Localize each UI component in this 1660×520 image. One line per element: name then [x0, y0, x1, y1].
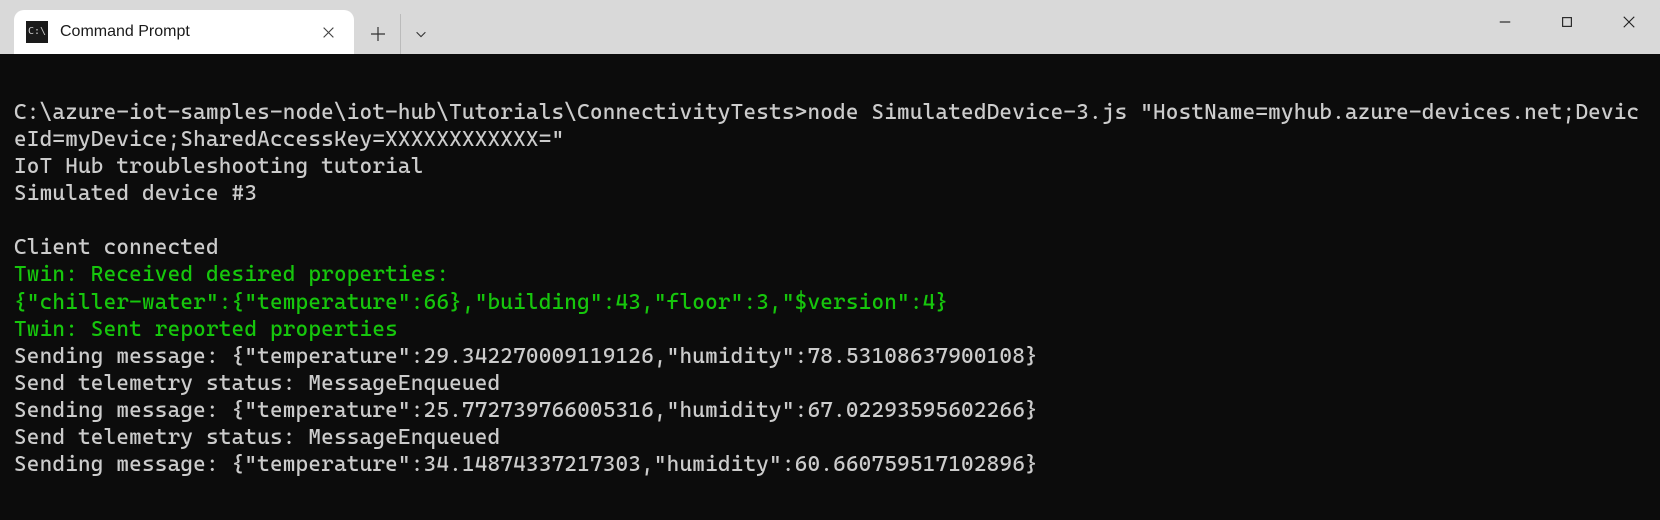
tabs-dropdown-button[interactable] [400, 14, 440, 54]
minimize-button[interactable] [1474, 0, 1536, 44]
terminal-line: C:\azure-iot-samples-node\iot-hub\Tutori… [14, 100, 1639, 152]
maximize-icon [1560, 15, 1574, 29]
minimize-icon [1498, 15, 1512, 29]
close-tab-button[interactable] [316, 20, 340, 44]
window-controls [1474, 0, 1660, 44]
terminal-line: Sending message: {"temperature":34.14874… [14, 452, 1038, 477]
terminal-line: Twin: Received desired properties: [14, 262, 449, 287]
terminal-line: Twin: Sent reported properties [14, 317, 398, 342]
tab-title: Command Prompt [60, 23, 304, 41]
terminal-line: Sending message: {"temperature":29.34227… [14, 344, 1038, 369]
close-icon [1622, 15, 1636, 29]
terminal-line: Sending message: {"temperature":25.77273… [14, 398, 1038, 423]
tab-command-prompt[interactable]: C:\ Command Prompt [14, 10, 354, 54]
terminal-line: Simulated device #3 [14, 181, 257, 206]
chevron-down-icon [414, 27, 428, 41]
terminal-line: IoT Hub troubleshooting tutorial [14, 154, 424, 179]
plus-icon [370, 26, 386, 42]
close-window-button[interactable] [1598, 0, 1660, 44]
close-icon [322, 26, 335, 39]
terminal-output[interactable]: C:\azure-iot-samples-node\iot-hub\Tutori… [0, 54, 1660, 520]
terminal-line: Send telemetry status: MessageEnqueued [14, 425, 500, 450]
terminal-line: Client connected [14, 235, 219, 260]
terminal-blank [14, 207, 1646, 234]
terminal-icon: C:\ [26, 21, 48, 43]
maximize-button[interactable] [1536, 0, 1598, 44]
terminal-line: Send telemetry status: MessageEnqueued [14, 371, 500, 396]
terminal-line: {"chiller-water":{"temperature":66},"bui… [14, 290, 948, 315]
new-tab-button[interactable] [358, 14, 398, 54]
titlebar: C:\ Command Prompt [0, 0, 1660, 54]
